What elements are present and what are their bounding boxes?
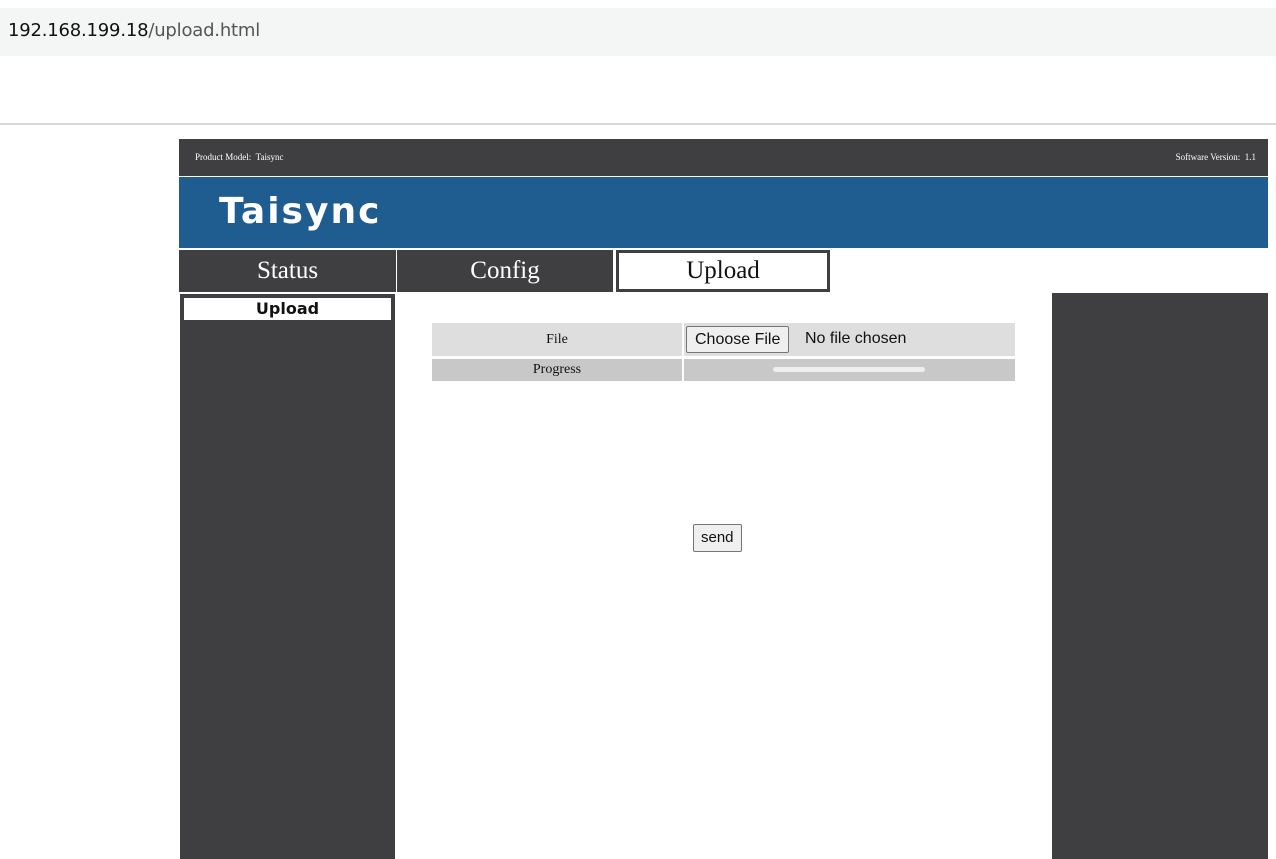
sidebar-item-upload[interactable]: Upload: [182, 296, 393, 322]
file-label: File: [432, 323, 682, 356]
sidebar: Upload: [180, 294, 395, 859]
router-admin-page: Product Model: Taisync Software Version:…: [179, 139, 1268, 859]
browser-chrome: 192.168.199.18/upload.html: [0, 0, 1276, 125]
url-host: 192.168.199.18: [8, 20, 149, 41]
product-model-text: Product Model: Taisync: [195, 152, 284, 162]
progress-label: Progress: [432, 359, 682, 381]
brand-banner: Taisync: [179, 177, 1268, 248]
file-input-cell: Choose File No file chosen: [684, 323, 1015, 356]
file-row: File Choose File No file chosen: [432, 323, 1015, 356]
progress-row: Progress: [432, 359, 1015, 381]
url-path: /upload.html: [148, 20, 261, 41]
choose-file-button[interactable]: Choose File: [686, 326, 790, 353]
address-bar-url[interactable]: 192.168.199.18/upload.html: [8, 20, 260, 41]
file-status-text: No file chosen: [805, 330, 907, 347]
brand-logo: Taisync: [219, 191, 382, 232]
top-info-strip: Product Model: Taisync Software Version:…: [179, 139, 1268, 176]
main-tabs: Status Config Upload: [179, 250, 1268, 294]
progress-cell: [684, 359, 1015, 381]
tab-upload[interactable]: Upload: [616, 250, 830, 292]
tab-status[interactable]: Status: [179, 250, 396, 292]
tab-config[interactable]: Config: [397, 250, 613, 292]
send-button[interactable]: send: [693, 524, 742, 552]
software-version-text: Software Version: 1.1: [1175, 152, 1256, 162]
right-panel: [1052, 293, 1268, 859]
progress-bar: [773, 367, 925, 372]
